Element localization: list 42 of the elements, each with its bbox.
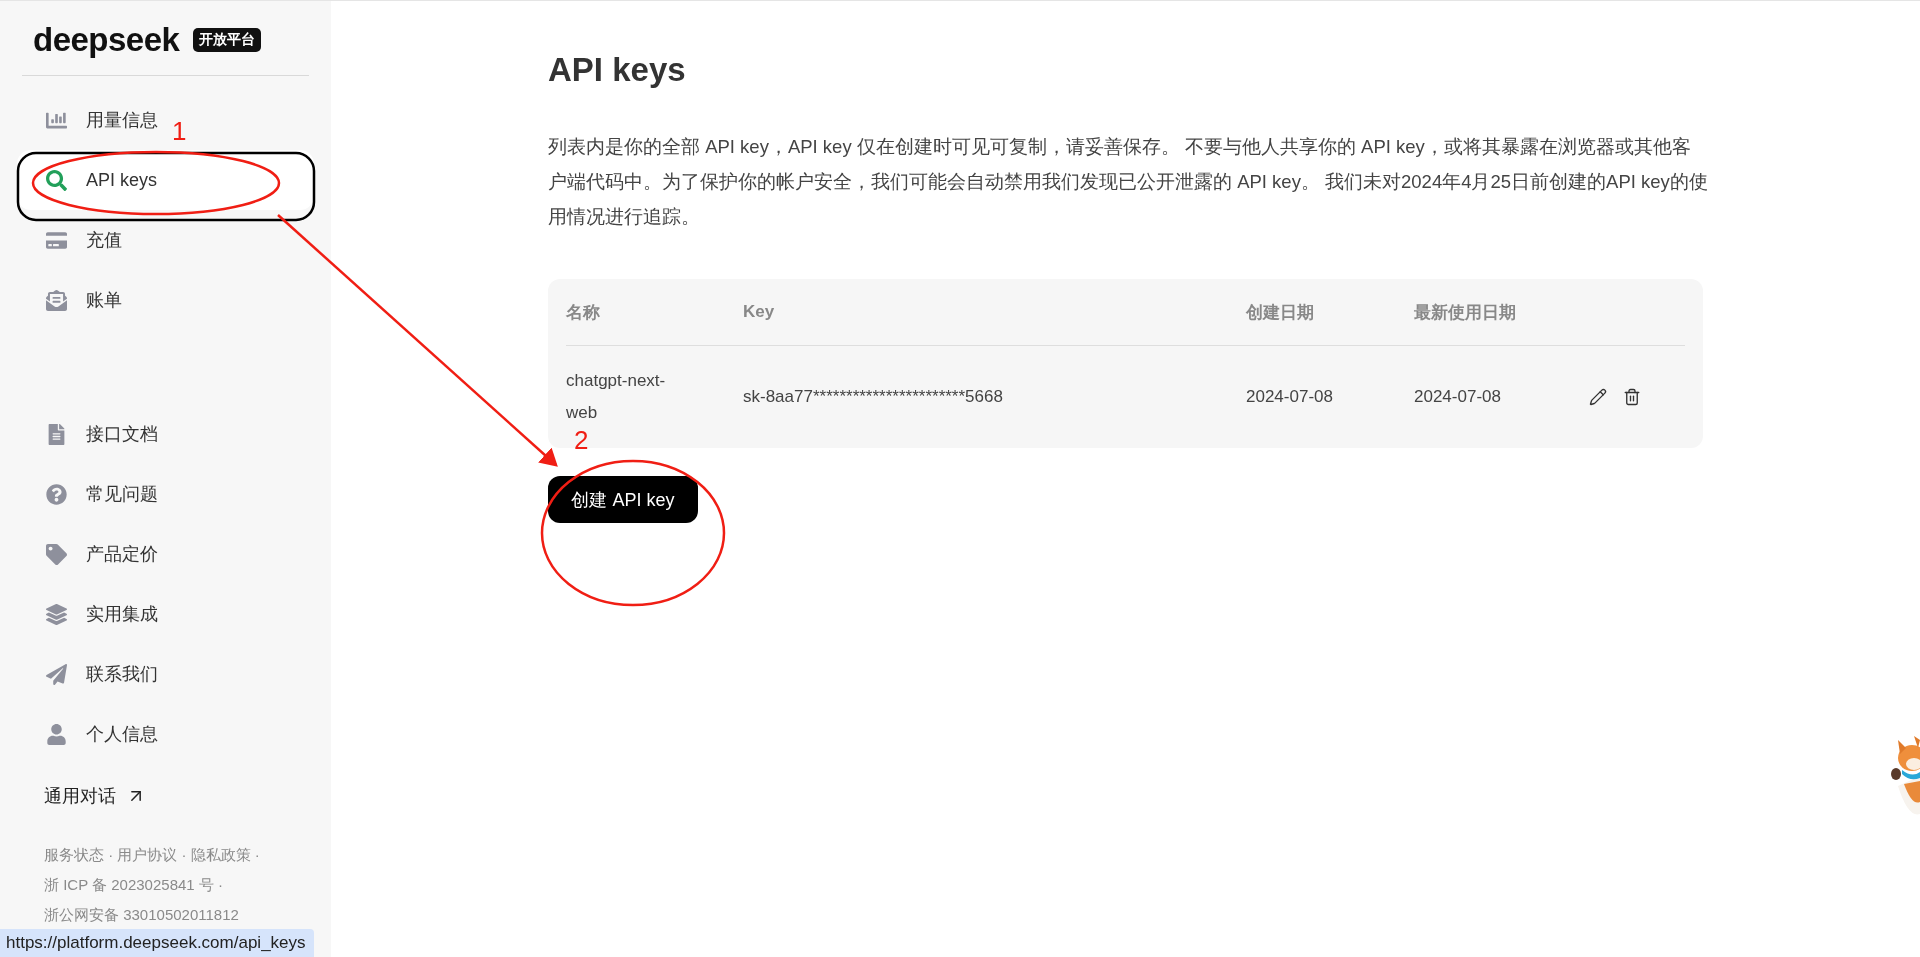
envelope-icon <box>46 289 67 311</box>
sidebar-item[interactable]: 用量信息 <box>17 90 164 150</box>
sidebar-item[interactable]: 产品定价 <box>17 524 164 584</box>
layers-icon <box>46 603 67 625</box>
table-cell-text: chatgpt-next-web <box>566 370 667 424</box>
footer-text: 服务状态 · 用户协议 · 隐私政策 · <box>44 845 261 865</box>
sidebar-item[interactable]: 接口文档 <box>17 404 164 464</box>
footer-text: 浙 ICP 备 2023025841 号 · <box>44 875 224 895</box>
edit-button[interactable] <box>1589 388 1607 406</box>
sidebar-item[interactable]: 实用集成 <box>17 584 164 644</box>
document-icon <box>46 423 67 445</box>
sidebar-item[interactable]: 账单 <box>17 270 128 330</box>
column-header: 最新使用日期 <box>1414 301 1517 324</box>
create-key-button[interactable]: 创建 API key <box>548 476 698 523</box>
help-icon <box>46 483 67 505</box>
chat-link-label[interactable]: 通用对话 <box>44 784 116 808</box>
table-cell-text: sk-8aa77***********************5668 <box>743 386 1003 408</box>
description: 列表内是你的全部 API key，API key 仅在创建时可见可复制，请妥善保存。 不要与他人共享你的 API key，或将其暴露在浏览器或其他客户端代码中。为了保护你的帐户安全，我们可能会自动禁用我们发现已公开泄露的 API key。 我们未对2024年4月25日前创建的API key的使用情况进行追踪。 <box>548 135 1708 229</box>
table-cell-text: 2024-07-08 <box>1246 386 1333 408</box>
page-title: API keys <box>548 51 687 89</box>
tag-icon <box>46 543 67 565</box>
column-header: 名称 <box>566 301 601 324</box>
sidebar-item[interactable]: 个人信息 <box>17 704 164 764</box>
delete-button[interactable] <box>1623 388 1641 406</box>
table-cell-text: 2024-07-08 <box>1414 386 1501 408</box>
step-number: 1 <box>172 118 187 144</box>
sidebar-item[interactable]: API keys <box>17 150 314 210</box>
paper-plane-icon <box>46 663 67 685</box>
sidebar-item[interactable]: 常见问题 <box>17 464 164 524</box>
sidebar-item[interactable]: 联系我们 <box>17 644 164 704</box>
step-number: 2 <box>574 427 589 453</box>
card-icon <box>46 229 67 251</box>
platform-badge: 开放平台 <box>193 28 262 52</box>
user-icon <box>46 723 67 745</box>
column-header: Key <box>743 302 776 322</box>
logo[interactable]: deepseek <box>33 21 180 59</box>
chat-link[interactable]: 通用对话 <box>44 784 314 808</box>
status-url: https://platform.deepseek.com/api_keys <box>0 929 314 957</box>
sidebar-item[interactable]: 充值 <box>17 210 128 270</box>
column-header: 创建日期 <box>1246 301 1315 324</box>
search-icon <box>46 169 67 191</box>
footer-text: 浙公网安备 33010502011812 <box>44 905 240 925</box>
